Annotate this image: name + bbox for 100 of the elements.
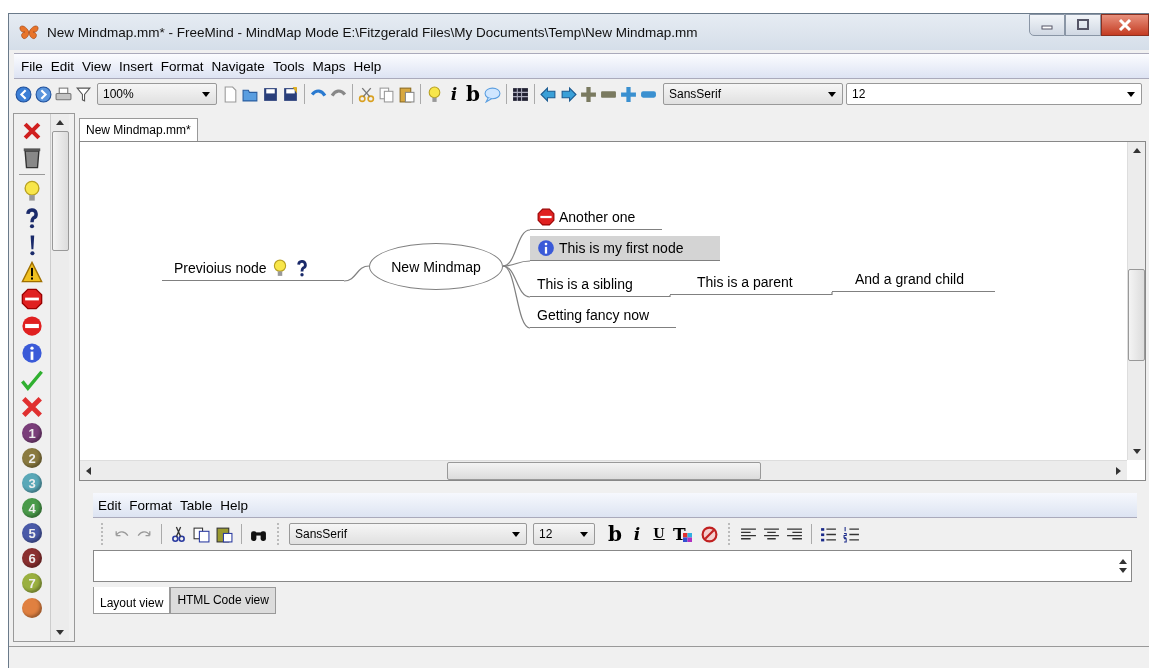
- view-tab[interactable]: HTML Code view: [170, 587, 276, 614]
- view-tab[interactable]: Layout view: [93, 587, 171, 614]
- plus-icon[interactable]: [580, 85, 597, 103]
- maximize-button[interactable]: [1065, 14, 1101, 36]
- close-icon[interactable]: [21, 120, 43, 142]
- printer-icon[interactable]: [55, 85, 72, 103]
- mindmap-node[interactable]: This is my first node: [530, 236, 720, 261]
- branch-line: [669, 294, 671, 298]
- forward-icon[interactable]: [35, 85, 52, 103]
- menu-item[interactable]: Table: [176, 497, 217, 513]
- mindmap-node[interactable]: This is a parent: [670, 270, 832, 295]
- number-icon[interactable]: 5: [22, 523, 42, 543]
- minimize-button[interactable]: [1029, 14, 1065, 36]
- save-as-icon[interactable]: [282, 85, 299, 103]
- menu-item[interactable]: Format: [156, 58, 208, 74]
- italic-button[interactable]: i: [629, 524, 645, 544]
- node-text: Getting fancy now: [537, 307, 650, 323]
- scissors-icon[interactable]: [358, 85, 375, 103]
- menu-item[interactable]: Help: [349, 58, 386, 74]
- save-icon[interactable]: [262, 85, 279, 103]
- menu-item[interactable]: File: [17, 58, 47, 74]
- minus-circle-icon[interactable]: [21, 315, 43, 337]
- menu-item[interactable]: Edit: [94, 497, 126, 513]
- branch-line: [343, 265, 370, 282]
- scroll-right-icon[interactable]: [1116, 466, 1121, 475]
- mindmap-node[interactable]: And a grand child: [832, 267, 995, 292]
- menu-item[interactable]: Tools: [268, 58, 309, 74]
- close-button[interactable]: [1101, 14, 1149, 36]
- warning-icon[interactable]: [21, 261, 43, 283]
- numbered-list-icon[interactable]: [843, 525, 860, 543]
- underline-button[interactable]: U: [651, 524, 667, 544]
- scroll-down-icon[interactable]: [1132, 449, 1141, 454]
- cross-icon[interactable]: [21, 396, 43, 418]
- menu-item[interactable]: Maps: [308, 58, 350, 74]
- scroll-up-icon[interactable]: [1119, 559, 1127, 564]
- scrollbar-thumb[interactable]: [446, 461, 761, 480]
- plus-sign-icon[interactable]: [620, 85, 637, 103]
- left-arrow-icon[interactable]: [540, 85, 557, 103]
- scroll-down-icon[interactable]: [56, 630, 64, 635]
- filter-icon[interactable]: [75, 85, 92, 103]
- menu-item[interactable]: Navigate: [207, 58, 269, 74]
- caret-icon: [1127, 91, 1135, 97]
- bullet-list-icon[interactable]: [820, 525, 837, 543]
- vertical-scrollbar[interactable]: [1127, 142, 1145, 460]
- scroll-up-icon[interactable]: [1132, 148, 1141, 153]
- copy-icon[interactable]: [193, 525, 210, 543]
- menu-item[interactable]: View: [78, 58, 116, 74]
- caret-icon: [828, 91, 836, 97]
- branch-line: [831, 291, 833, 296]
- font-dropdown[interactable]: SansSerif: [289, 523, 527, 545]
- node-text: This is a parent: [697, 274, 793, 290]
- table-icon[interactable]: [512, 85, 529, 103]
- stop-icon[interactable]: [21, 288, 43, 310]
- horizontal-scrollbar[interactable]: [80, 460, 1127, 480]
- note-text-field[interactable]: [93, 550, 1132, 582]
- node-text: This is a sibling: [537, 276, 633, 292]
- back-icon[interactable]: [15, 85, 32, 103]
- scrollbar-thumb[interactable]: [51, 131, 69, 251]
- menu-item[interactable]: Insert: [115, 58, 157, 74]
- font-size-dropdown[interactable]: 12: [846, 83, 1142, 105]
- menu-item[interactable]: Edit: [46, 58, 79, 74]
- text-color-button[interactable]: T: [673, 524, 695, 544]
- font-size-dropdown[interactable]: 12: [533, 523, 595, 545]
- scroll-down-icon[interactable]: [1119, 568, 1127, 573]
- cut-icon[interactable]: [170, 525, 187, 543]
- mindmap-node[interactable]: Another one: [530, 205, 662, 230]
- right-arrow-icon[interactable]: [560, 85, 577, 103]
- caret-icon: [580, 531, 588, 537]
- menu-item[interactable]: Format: [125, 497, 177, 513]
- checkmark-icon[interactable]: [21, 369, 43, 391]
- mindmap-node[interactable]: Previoius node: [162, 256, 344, 281]
- bold-button[interactable]: b: [607, 524, 623, 544]
- node-text: And a grand child: [855, 271, 964, 287]
- trash-icon[interactable]: [21, 147, 43, 169]
- info-icon: [537, 239, 555, 257]
- number-icon[interactable]: 6: [22, 548, 42, 568]
- scroll-left-icon[interactable]: [86, 466, 91, 475]
- mindmap-node[interactable]: This is a sibling: [530, 272, 670, 297]
- scroll-up-icon[interactable]: [56, 120, 64, 125]
- vertical-scrollbar[interactable]: [50, 114, 69, 641]
- node-text: Another one: [559, 209, 636, 225]
- italic-button[interactable]: i: [446, 84, 462, 104]
- font-dropdown[interactable]: SansSerif: [663, 83, 843, 105]
- number-icon[interactable]: 2: [22, 448, 42, 468]
- clipboard-icon[interactable]: [216, 525, 233, 543]
- map-tab[interactable]: New Mindmap.mm*: [79, 118, 198, 141]
- stop-icon: [537, 208, 555, 226]
- unlink-icon[interactable]: [701, 525, 718, 543]
- node-text: This is my first node: [559, 240, 684, 256]
- bold-button[interactable]: b: [465, 84, 481, 104]
- zoom-dropdown[interactable]: 100%: [97, 83, 217, 105]
- close-icon: [1117, 19, 1133, 31]
- number-icon[interactable]: 1: [22, 423, 42, 443]
- number-icon[interactable]: [22, 598, 42, 618]
- mindmap-node[interactable]: Getting fancy now: [530, 303, 676, 328]
- scrollbar-thumb[interactable]: [1128, 268, 1145, 361]
- paste-icon[interactable]: [398, 85, 415, 103]
- info-icon[interactable]: [21, 342, 43, 364]
- menu-item[interactable]: Help: [216, 497, 253, 513]
- butterfly-icon: [19, 24, 39, 40]
